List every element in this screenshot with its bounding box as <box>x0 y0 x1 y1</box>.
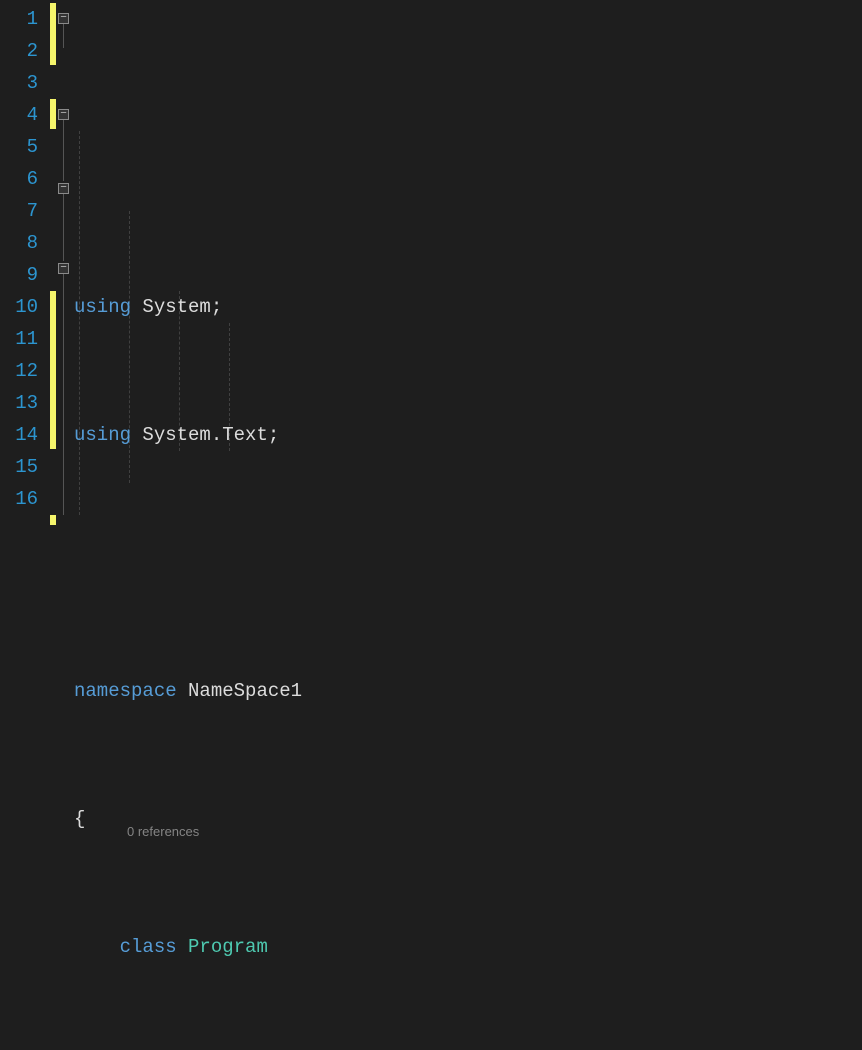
type-name: Program <box>188 936 268 958</box>
line-number[interactable]: 1 <box>0 3 48 35</box>
fold-guide <box>63 274 64 515</box>
identifier: System <box>142 296 210 318</box>
fold-guide <box>63 194 64 261</box>
keyword-using: using <box>74 424 131 446</box>
line-number[interactable]: 12 <box>0 355 48 387</box>
line-number[interactable]: 6 <box>0 163 48 195</box>
punct: ; <box>211 296 222 318</box>
punct: . <box>211 424 222 446</box>
line-number[interactable]: 16 <box>0 483 48 515</box>
fold-toggle[interactable]: − <box>58 183 69 194</box>
code-editor: 1 2 3 4 5 6 7 8 9 10 11 12 13 14 15 16 −… <box>0 0 862 525</box>
line-number[interactable]: 11 <box>0 323 48 355</box>
line-number[interactable]: 13 <box>0 387 48 419</box>
line-number[interactable]: 14 <box>0 419 48 451</box>
fold-toggle[interactable]: − <box>58 109 69 120</box>
fold-toggle[interactable]: − <box>58 263 69 274</box>
code-line[interactable]: using System.Text; <box>74 419 862 451</box>
codelens-references[interactable]: 0 references <box>127 825 199 839</box>
identifier: System <box>142 424 210 446</box>
line-number[interactable]: 3 <box>0 67 48 99</box>
line-number[interactable]: 5 <box>0 131 48 163</box>
code-area[interactable]: using System; using System.Text; namespa… <box>74 0 862 525</box>
keyword-class: class <box>120 936 177 958</box>
code-line[interactable]: using System; <box>74 291 862 323</box>
code-line[interactable] <box>74 547 862 579</box>
code-line[interactable]: class Program <box>74 931 862 963</box>
identifier: NameSpace1 <box>188 680 302 702</box>
fold-guide <box>63 120 64 181</box>
fold-toggle[interactable]: − <box>58 13 69 24</box>
keyword-namespace: namespace <box>74 680 177 702</box>
keyword-using: using <box>74 296 131 318</box>
code-line[interactable]: namespace NameSpace1 <box>74 675 862 707</box>
punct: ; <box>268 424 279 446</box>
line-number[interactable]: 7 <box>0 195 48 227</box>
change-marks-column <box>48 0 56 525</box>
line-number-gutter: 1 2 3 4 5 6 7 8 9 10 11 12 13 14 15 16 <box>0 0 48 525</box>
folding-column: − − − − <box>56 0 74 525</box>
line-number[interactable]: 9 <box>0 259 48 291</box>
indent-guide <box>79 131 80 515</box>
line-number[interactable]: 10 <box>0 291 48 323</box>
line-number[interactable]: 2 <box>0 35 48 67</box>
brace-open: { <box>74 808 85 830</box>
line-number[interactable]: 8 <box>0 227 48 259</box>
fold-guide <box>63 24 64 48</box>
line-number[interactable]: 4 <box>0 99 48 131</box>
line-number[interactable]: 15 <box>0 451 48 483</box>
identifier: Text <box>222 424 268 446</box>
code-line[interactable]: { 0 references <box>74 803 862 835</box>
